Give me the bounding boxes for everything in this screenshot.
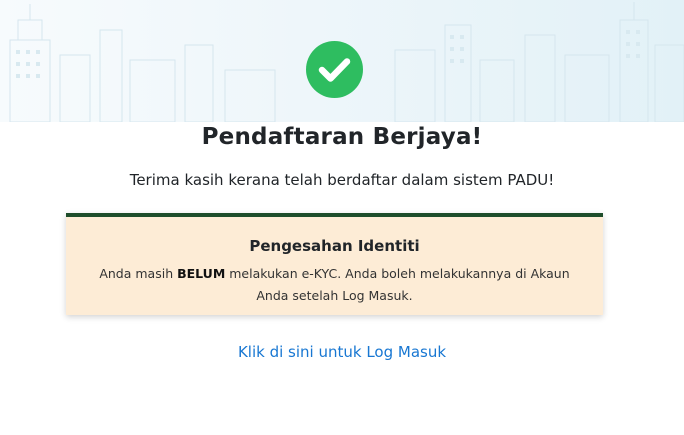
page-subtitle: Terima kasih kerana telah berdaftar dala… <box>129 171 555 189</box>
notice-body-suffix: melakukan e-KYC. Anda boleh melakukannya… <box>225 266 570 303</box>
identity-verification-notice: Pengesahan Identiti Anda masih BELUM mel… <box>66 213 603 315</box>
login-link[interactable]: Klik di sini untuk Log Masuk <box>0 343 684 361</box>
notice-body-emphasis: BELUM <box>177 266 226 281</box>
page-title: Pendaftaran Berjaya! <box>201 124 483 150</box>
notice-title: Pengesahan Identiti <box>249 237 420 255</box>
check-circle-icon <box>306 41 363 98</box>
notice-body-prefix: Anda masih <box>99 266 178 281</box>
notice-body: Anda masih BELUM melakukan e-KYC. Anda b… <box>84 263 585 307</box>
